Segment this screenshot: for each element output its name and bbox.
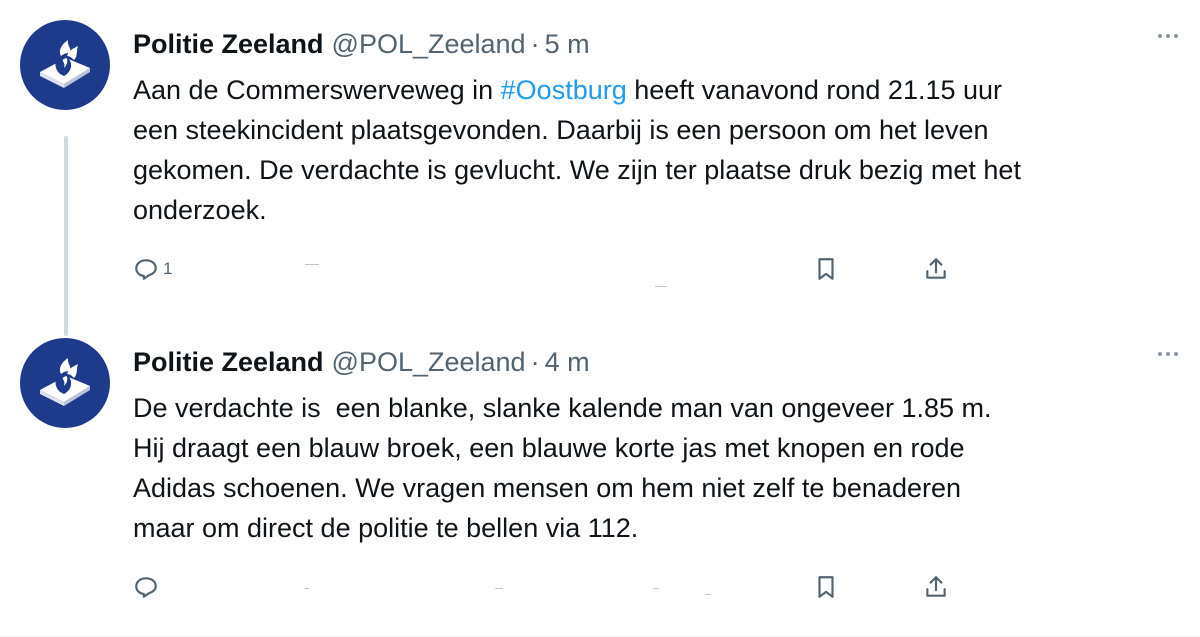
bookmark-button[interactable] [813,256,839,282]
reply-button[interactable]: 1 [133,256,172,282]
bookmark-icon [818,258,834,280]
faint-mark [653,588,659,589]
tweet-header: Politie Zeeland @POL_Zeeland · 4 m [133,344,590,380]
author-handle[interactable]: @POL_Zeeland [332,29,526,60]
faint-mark [305,588,309,589]
police-logo-icon [40,358,90,406]
avatar[interactable] [20,338,110,428]
tweet-text: De verdachte is een blanke, slanke kalen… [133,393,992,543]
reply-icon [135,259,157,280]
faint-mark [655,286,667,287]
avatar[interactable] [20,20,110,110]
bookmark-icon [818,576,834,598]
share-icon [926,576,946,597]
tweet[interactable]: Politie Zeeland @POL_Zeeland · 4 m De ve… [0,318,1200,637]
share-icon [926,258,946,279]
more-icon[interactable] [1158,34,1178,38]
bookmark-button[interactable] [813,574,839,600]
faint-mark [305,264,319,265]
author-name[interactable]: Politie Zeeland [133,29,324,60]
hashtag-link[interactable]: #Oostburg [501,75,627,105]
timestamp[interactable]: 4 m [545,347,590,378]
tweet-actions [133,574,953,614]
timestamp[interactable]: 5 m [545,29,590,60]
tweet-text: Aan de Commerswerveweg in #Oostburg heef… [133,70,1173,230]
reply-icon [135,577,157,598]
faint-mark [705,594,711,595]
tweet[interactable]: Politie Zeeland @POL_Zeeland · 5 m Aan d… [0,0,1200,318]
separator-dot: · [530,346,540,377]
faint-mark [495,588,503,589]
separator-dot: · [530,28,540,59]
tweet-text-start: Aan de Commerswerveweg in [133,75,501,105]
share-button[interactable] [923,256,949,282]
tweet-actions: 1 [133,256,953,296]
reply-count: 1 [163,259,173,278]
reply-button[interactable] [133,574,163,600]
author-name[interactable]: Politie Zeeland [133,347,324,378]
tweet-header: Politie Zeeland @POL_Zeeland · 5 m [133,26,590,62]
author-handle[interactable]: @POL_Zeeland [332,347,526,378]
share-button[interactable] [923,574,949,600]
more-icon[interactable] [1158,352,1178,356]
police-logo-icon [40,40,90,88]
